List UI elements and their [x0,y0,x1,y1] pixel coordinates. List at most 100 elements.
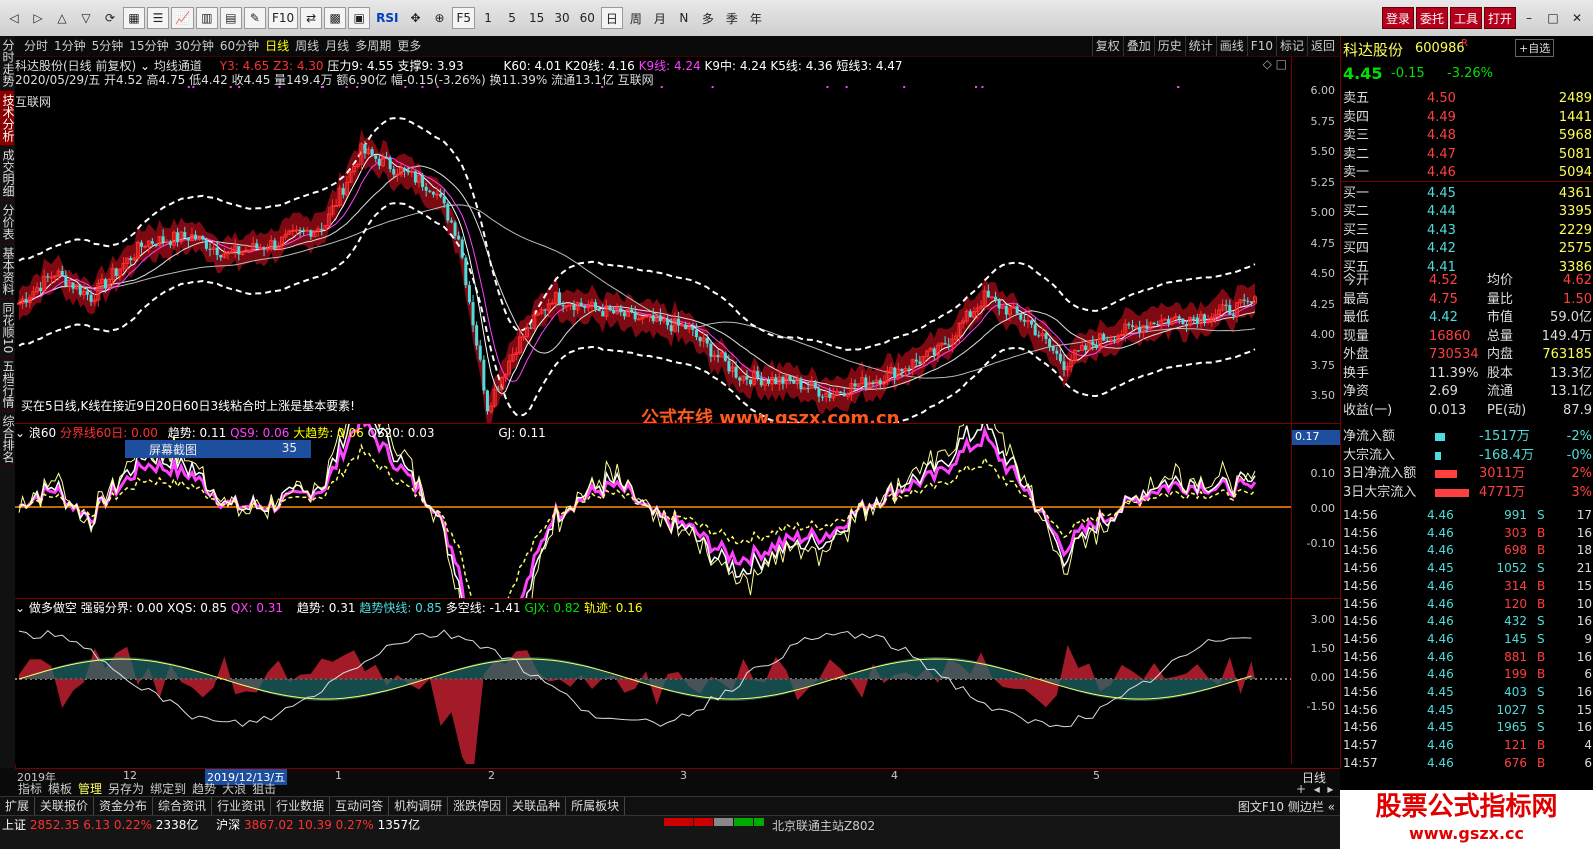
trade-button[interactable]: 委托 [1415,7,1448,29]
login-button[interactable]: 登录 [1381,7,1414,29]
period-tab-4[interactable]: 30分钟 [172,36,217,56]
open-button[interactable]: 打开 [1483,7,1516,29]
order-row[interactable]: 买三 4.43 2229 [1341,222,1593,240]
period-tab-6[interactable]: 日线 [262,36,292,56]
indicator-tab-2[interactable]: 管理 [75,782,105,796]
zoom-icon[interactable]: ⊕ [428,7,450,29]
indicator-tab-0[interactable]: 指标 [15,782,45,796]
period-tab-1[interactable]: 1分钟 [51,36,89,56]
f10-sidebar-link[interactable]: 图文F10 侧边栏 « [1238,798,1335,815]
sub-chart-2[interactable]: ⌄ 做多做空 强弱分界: 0.00 XQS: 0.85 QX: 0.31 趋势:… [15,599,1291,764]
layout-icon[interactable]: ▣ [348,7,371,29]
order-row[interactable]: 买四 4.42 2575 [1341,240,1593,258]
period-tab-3[interactable]: 15分钟 [126,36,171,56]
tick-row[interactable]: 14:56 4.46 120 B 10 [1341,595,1593,613]
forward-icon[interactable]: ▷ [27,7,49,29]
sub1-name[interactable]: 浪60 [29,426,56,440]
info-tab-5[interactable]: 行业数据 [271,797,331,815]
period-tool-2[interactable]: 历史 [1153,36,1185,56]
back-icon[interactable]: ◁ [3,7,25,29]
order-row[interactable]: 卖一 4.46 5094 [1341,164,1593,182]
period-tab-2[interactable]: 5分钟 [89,36,127,56]
tab-prev-icon[interactable]: ◂ [1314,782,1320,796]
tick-row[interactable]: 14:56 4.46 199 B 6 [1341,665,1593,683]
order-row[interactable]: 卖四 4.49 1441 [1341,109,1593,127]
sub2-name[interactable]: 做多做空 [29,601,77,615]
info-tab-10[interactable]: 所属板块 [566,797,626,815]
period-tool-7[interactable]: 返回 [1306,36,1338,56]
period-tab-9[interactable]: 多周期 [352,36,394,56]
calc-icon[interactable]: ▩ [324,7,347,29]
side-tab-detail[interactable]: 成交明细 [0,146,15,201]
period-week-button[interactable]: 周 [625,7,647,29]
indicator-tab-5[interactable]: 趋势 [189,782,219,796]
period-month-button[interactable]: 月 [649,7,671,29]
info-tab-6[interactable]: 互动问答 [330,797,390,815]
info-tab-7[interactable]: 机构调研 [389,797,449,815]
tick-row[interactable]: 14:56 4.45 403 S 16 [1341,683,1593,701]
table-icon[interactable]: ▤ [219,7,242,29]
tick-row[interactable]: 14:56 4.45 1965 S 16 [1341,718,1593,736]
tick-row[interactable]: 14:57 4.46 121 B 4 [1341,736,1593,754]
maximize-icon[interactable]: □ [1542,7,1564,29]
sub2-chevron-icon[interactable]: ⌄ [15,601,25,615]
compare-icon[interactable]: ⇄ [300,7,323,29]
period-multi-button[interactable]: 多 [697,7,719,29]
list-icon[interactable]: ☰ [147,7,169,29]
hs-label[interactable]: 沪深 [216,818,240,832]
tick-row[interactable]: 14:56 4.46 432 S 16 [1341,612,1593,630]
info-tab-9[interactable]: 关联品种 [507,797,567,815]
period-year-button[interactable]: 年 [745,7,767,29]
side-tab-fenshi[interactable]: 分时走势 [0,36,15,91]
info-tab-0[interactable]: 扩展 [0,797,36,815]
order-row[interactable]: 卖三 4.48 5968 [1341,127,1593,145]
f10-icon[interactable]: F10 [267,7,299,29]
period-1-button[interactable]: 1 [477,7,499,29]
order-row[interactable]: 卖二 4.47 5081 [1341,146,1593,164]
refresh-icon[interactable]: ⟳ [99,7,121,29]
period-day-button[interactable]: 日 [600,7,623,29]
period-tab-0[interactable]: 分时 [21,36,51,56]
indicator-tab-3[interactable]: 另存为 [105,782,147,796]
sh-label[interactable]: 上证 [2,818,26,832]
order-row[interactable]: 卖五 4.50 2489 [1341,90,1593,108]
candlestick-chart[interactable] [15,57,1291,423]
period-tool-3[interactable]: 统计 [1184,36,1216,56]
period-15-button[interactable]: 15 [525,7,548,29]
info-tab-2[interactable]: 资金分布 [94,797,154,815]
period-quarter-button[interactable]: 季 [721,7,743,29]
up-icon[interactable]: △ [51,7,73,29]
info-tab-8[interactable]: 涨跌停因 [448,797,508,815]
period-tab-8[interactable]: 月线 [322,36,352,56]
news-icon[interactable]: ✎ [243,7,266,29]
tab-add-icon[interactable]: + [1296,782,1306,796]
order-row[interactable]: 买一 4.45 4361 [1341,185,1593,203]
tick-row[interactable]: 14:56 4.46 145 S 9 [1341,630,1593,648]
tick-row[interactable]: 14:56 4.46 303 B 16 [1341,524,1593,542]
side-tab-price[interactable]: 分价表 [0,201,15,244]
period-tab-7[interactable]: 周线 [292,36,322,56]
indicator-tab-7[interactable]: 狙击 [249,782,279,796]
long-short-chart[interactable] [15,599,1291,764]
side-tab-ths10[interactable]: 同花顺10 [0,299,15,358]
main-chart-panel[interactable]: 科达股份(日线 前复权) ⌄ 均线通道 Y3: 4.65 Z3: 4.30 压力… [15,57,1291,429]
minimize-icon[interactable]: – [1518,7,1540,29]
period-60-button[interactable]: 60 [576,7,599,29]
side-tab-profile[interactable]: 基本资料 [0,244,15,299]
info-tab-4[interactable]: 行业资讯 [212,797,272,815]
candle-icon[interactable]: ▥ [195,7,218,29]
info-tab-3[interactable]: 综合资讯 [153,797,213,815]
crosshair-icon[interactable]: ✥ [404,7,426,29]
tick-row[interactable]: 14:57 4.46 676 B 6 [1341,754,1593,772]
indicator-tab-1[interactable]: 模板 [45,782,75,796]
sub1-chevron-icon[interactable]: ⌄ [15,426,25,440]
period-tool-1[interactable]: 叠加 [1122,36,1154,56]
period-tool-5[interactable]: F10 [1246,36,1276,56]
f5-button[interactable]: F5 [452,7,476,29]
tab-next-icon[interactable]: ▸ [1327,782,1333,796]
grid-icon[interactable]: ▦ [123,7,145,29]
sub-chart-1[interactable]: ⌄ 浪60 分界线60日: 0.00 趋势: 0.11 QS9: 0.06 大趋… [15,424,1291,598]
period-30-button[interactable]: 30 [550,7,573,29]
tick-row[interactable]: 14:56 4.46 991 S 17 [1341,506,1593,524]
period-tab-5[interactable]: 60分钟 [217,36,262,56]
